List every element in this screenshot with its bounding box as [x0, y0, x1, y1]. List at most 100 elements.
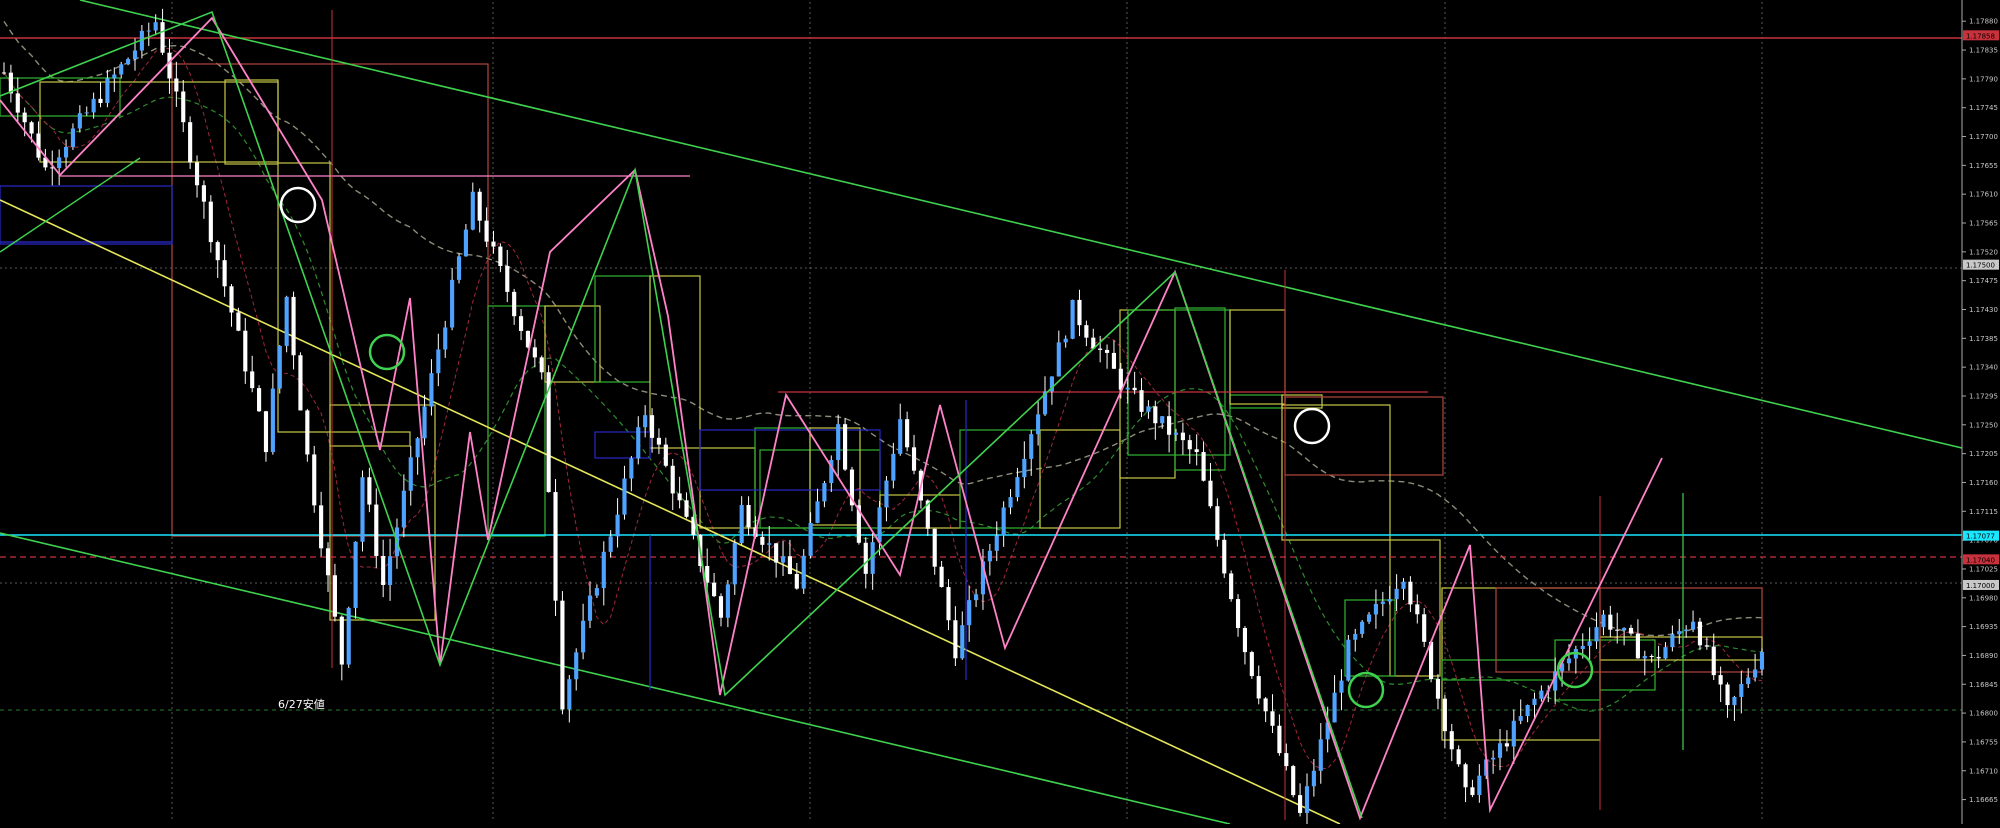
y-tick-label-4: 1.17700: [1969, 133, 1998, 141]
candle-body-209: [1442, 698, 1447, 732]
candle-body-51: [353, 541, 358, 608]
candle-body-121: [836, 424, 841, 461]
candle-body-19: [132, 50, 138, 60]
candle-body-4: [29, 122, 34, 134]
y-tick-label-3: 1.17745: [1969, 104, 1998, 112]
candle-body-202: [1394, 588, 1399, 600]
candle-body-211: [1456, 749, 1461, 765]
candle-body-140: [967, 600, 972, 626]
candle-body-203: [1401, 581, 1406, 589]
candle-body-106: [732, 543, 737, 585]
candle-body-181: [1249, 652, 1254, 677]
candle-body-176: [1215, 506, 1220, 540]
price-chart[interactable]: 1.17880 1.17835 1.17790 1.17745 1.17700 1.176…: [0, 0, 2000, 828]
candle-body-200: [1380, 601, 1385, 604]
candle-body-90: [622, 478, 627, 515]
candle-body-141: [974, 594, 979, 601]
y-tick-label-27: 1.16665: [1969, 796, 1998, 804]
price-tag-label-4: 1.17000: [1966, 582, 1995, 590]
candle-body-35: [243, 330, 248, 372]
candle-body-245: [1690, 621, 1696, 630]
candle-body-208: [1435, 679, 1441, 699]
candle-body-70: [484, 220, 489, 242]
candle-body-195: [1346, 639, 1351, 681]
price-axis: 1.17880 1.17835 1.17790 1.17745 1.17700 1.176…: [1961, 0, 2000, 824]
candle-body-125: [863, 542, 868, 574]
candle-body-62: [429, 373, 434, 407]
candle-body-253: [1746, 677, 1751, 685]
candle-body-137: [946, 587, 951, 621]
candle-body-25: [174, 78, 179, 92]
candle-body-103: [712, 582, 717, 597]
candle-body-217: [1497, 743, 1503, 758]
candle-body-229: [1580, 645, 1585, 650]
candle-body-74: [512, 291, 517, 317]
candle-body-94: [649, 415, 655, 438]
candle-body-98: [677, 493, 682, 501]
candle-body-205: [1415, 604, 1420, 615]
candle-body-138: [953, 620, 958, 659]
candle-body-254: [1753, 669, 1758, 678]
candle-body-0: [1, 72, 7, 74]
candle-body-11: [77, 113, 82, 129]
candle-body-92: [636, 427, 641, 459]
candle-body-252: [1739, 684, 1744, 697]
candle-body-112: [774, 543, 779, 563]
y-tick-label-10: 1.17430: [1969, 306, 1998, 314]
date-annotation: 6/27安値: [278, 697, 325, 711]
candle-body-240: [1656, 656, 1661, 659]
candle-body-136: [939, 566, 944, 588]
candle-body-77: [532, 347, 537, 358]
candle-body-237: [1635, 633, 1640, 659]
candle-body-206: [1422, 614, 1427, 642]
candle-body-60: [415, 438, 420, 458]
candle-body-9: [63, 146, 69, 158]
candle-body-244: [1684, 629, 1689, 632]
candle-body-122: [843, 424, 848, 470]
candle-body-73: [505, 265, 510, 292]
candle-body-114: [787, 556, 792, 575]
candle-body-198: [1366, 614, 1372, 622]
candle-body-107: [739, 505, 744, 544]
y-tick-label-16: 1.17160: [1969, 479, 1998, 487]
candle-body-116: [801, 555, 806, 589]
candle-body-221: [1525, 704, 1530, 717]
candle-body-135: [932, 528, 937, 567]
candle-body-67: [463, 229, 468, 257]
candle-body-154: [1063, 338, 1068, 343]
candle-body-157: [1084, 325, 1089, 338]
candle-body-220: [1518, 716, 1523, 721]
candle-body-218: [1504, 743, 1509, 747]
candle-body-15: [105, 78, 110, 103]
candle-body-13: [91, 98, 96, 113]
candle-body-233: [1608, 614, 1613, 630]
candle-body-16: [112, 74, 117, 79]
candle-body-190: [1311, 770, 1316, 787]
candle-body-162: [1118, 368, 1123, 390]
candle-body-150: [1036, 414, 1041, 435]
candle-body-14: [98, 98, 103, 103]
price-tag-label-2: 1.17077: [1966, 533, 1995, 541]
candle-body-91: [629, 458, 634, 479]
candle-body-193: [1332, 692, 1337, 723]
price-axis-background: [1962, 0, 2000, 824]
chart-canvas[interactable]: 1.17880 1.17835 1.17790 1.17745 1.17700 1.176…: [0, 0, 2000, 828]
candle-body-187: [1291, 766, 1296, 796]
candle-body-58: [401, 490, 406, 528]
candle-body-201: [1387, 599, 1392, 602]
candle-body-223: [1539, 690, 1544, 699]
candle-body-166: [1146, 406, 1151, 412]
candle-body-28: [194, 162, 200, 186]
candle-body-97: [670, 465, 675, 494]
candle-body-42: [291, 296, 296, 356]
candle-body-89: [615, 514, 620, 537]
candle-body-78: [539, 357, 544, 373]
candle-body-186: [1284, 753, 1289, 767]
candle-body-56: [388, 556, 393, 585]
candle-body-30: [208, 201, 213, 243]
candle-body-241: [1663, 647, 1668, 659]
candle-body-234: [1615, 629, 1620, 631]
candle-body-153: [1056, 342, 1061, 377]
candle-body-72: [498, 246, 503, 266]
candle-body-23: [160, 22, 165, 53]
